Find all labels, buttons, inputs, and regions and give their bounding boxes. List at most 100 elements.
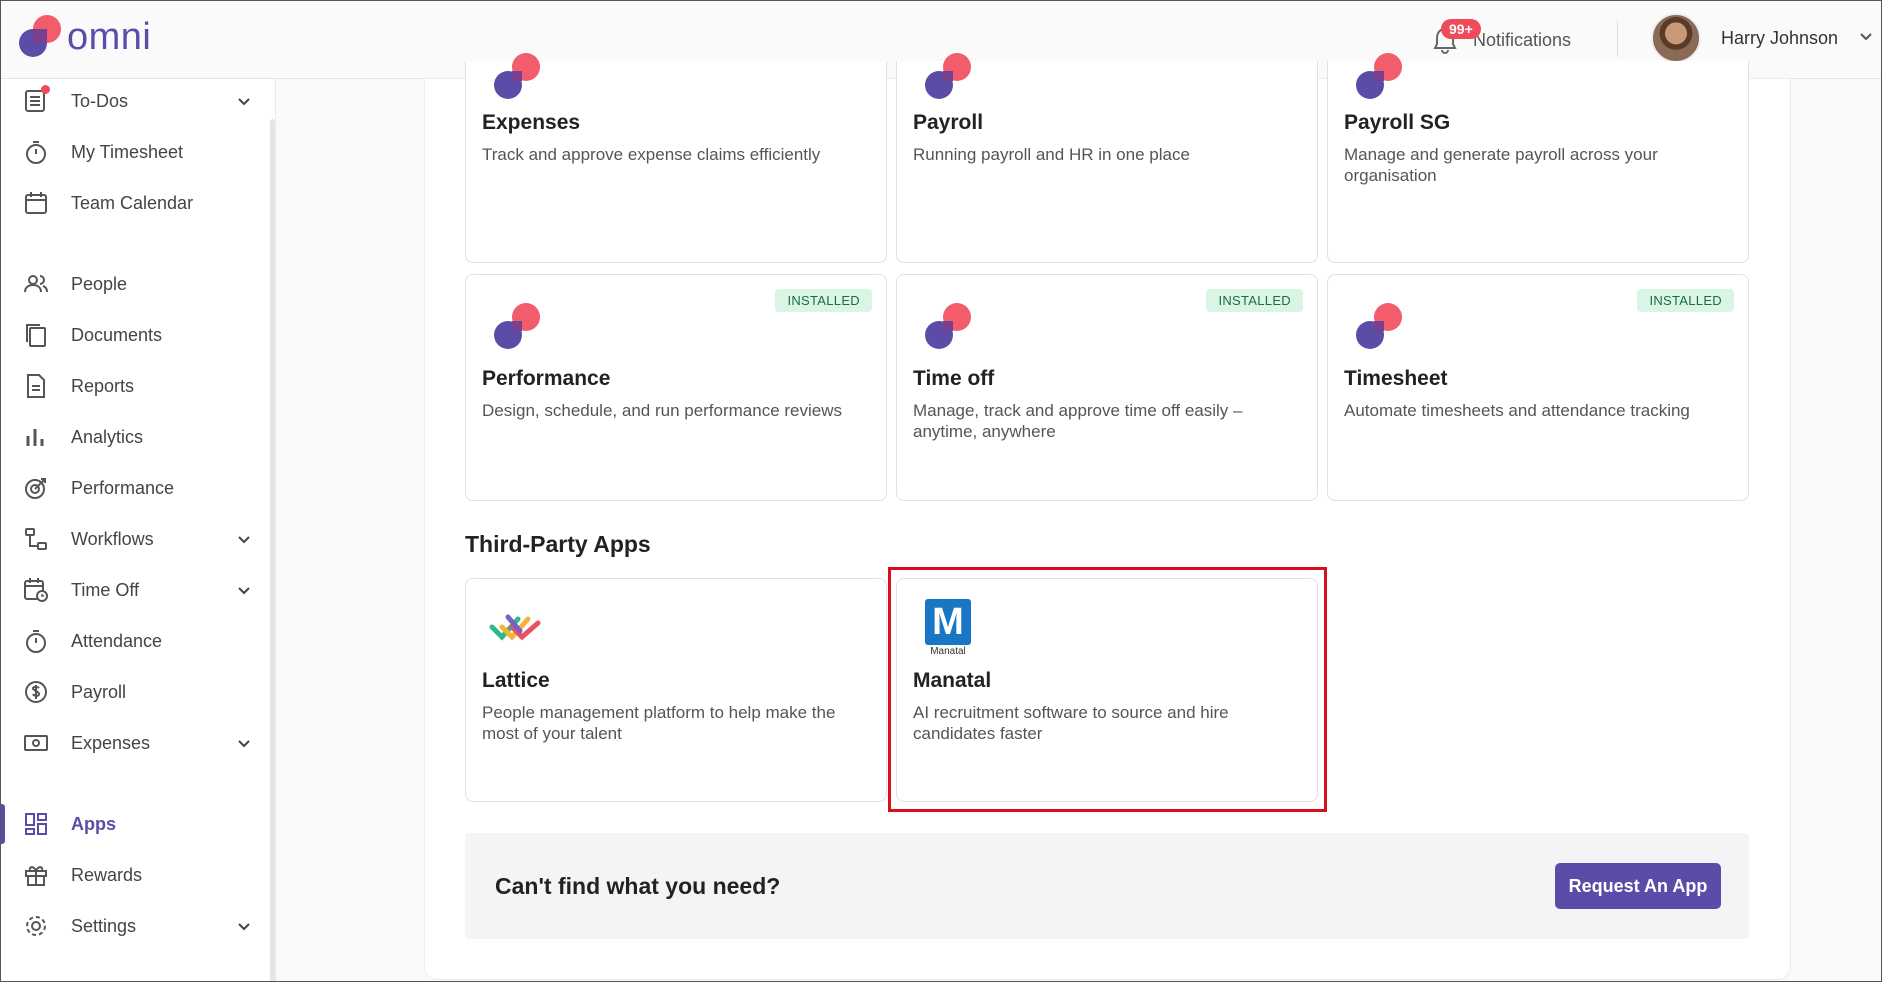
app-card-payroll[interactable]: Payroll Running payroll and HR in one pla… [896, 53, 1318, 263]
app-card-title: Timesheet [1344, 367, 1448, 390]
installed-badge: INSTALLED [775, 289, 872, 312]
workflow-icon [23, 526, 49, 552]
app-card-title: Payroll SG [1344, 111, 1451, 134]
user-menu[interactable]: Harry Johnson [1651, 13, 1838, 63]
installed-badge: INSTALLED [1206, 289, 1303, 312]
cash-icon [23, 730, 49, 756]
bar-chart-icon [23, 424, 49, 450]
highlight-box [888, 567, 1327, 812]
app-card-description: Running payroll and HR in one place [913, 145, 1190, 164]
app-card-lattice[interactable]: Lattice People management platform to he… [465, 578, 887, 802]
sidebar-item-expenses[interactable]: Expenses [1, 721, 269, 765]
sidebar-item-my-timesheet[interactable]: My Timesheet [1, 130, 269, 174]
sidebar-item-label: Attendance [71, 630, 163, 651]
sidebar-item-label: Time Off [71, 579, 140, 600]
omni-app-logo-icon [1356, 303, 1402, 349]
request-app-banner: Can't find what you need? Request An App [465, 833, 1749, 939]
cta-text: Can't find what you need? [495, 873, 781, 899]
app-card-description: Manage, track and approve time off easil… [913, 401, 1243, 441]
chevron-down-icon[interactable] [235, 530, 253, 548]
sidebar-item-label: Documents [71, 324, 163, 345]
sidebar-item-label: To-Dos [71, 90, 129, 111]
sidebar-item-attendance[interactable]: Attendance [1, 619, 269, 663]
omni-app-logo-icon [1356, 53, 1402, 99]
sidebar-item-reports[interactable]: Reports [1, 364, 269, 408]
chevron-down-icon[interactable] [235, 734, 253, 752]
stopwatch-icon [23, 139, 49, 165]
notifications-button[interactable]: 99+ Notifications [1431, 15, 1571, 65]
gift-icon [23, 862, 49, 888]
avatar [1651, 13, 1701, 63]
chevron-down-icon[interactable] [235, 917, 253, 935]
app-card-title: Expenses [482, 111, 581, 134]
app-card-title: Payroll [913, 111, 984, 134]
stopwatch-icon [23, 628, 49, 654]
sidebar-item-label: People [71, 273, 128, 294]
target-icon [23, 475, 49, 501]
app-card-performance[interactable]: INSTALLED Performance Design, schedule, an… [465, 274, 887, 501]
notifications-badge: 99+ [1441, 19, 1481, 39]
omni-app-logo-icon [494, 53, 540, 99]
app-card-title: Performance [482, 367, 611, 390]
sidebar-item-label: Workflows [71, 528, 154, 549]
active-indicator [1, 804, 5, 844]
chevron-down-icon[interactable] [1857, 27, 1875, 45]
chevron-down-icon[interactable] [235, 92, 253, 110]
report-icon [23, 373, 49, 399]
omni-logo-mark-icon [19, 15, 65, 59]
gear-icon [23, 913, 49, 939]
sidebar-item-label: Team Calendar [71, 192, 194, 213]
app-card-description: Manage and generate payroll across your … [1344, 145, 1658, 185]
user-name: Harry Johnson [1721, 27, 1839, 48]
brand-name: omni [67, 15, 152, 58]
sidebar-item-label: Reports [71, 375, 135, 396]
sidebar-item-time-off[interactable]: Time Off [1, 568, 269, 612]
sidebar-item-settings[interactable]: Settings [1, 904, 269, 948]
bell-icon: 99+ [1431, 19, 1481, 55]
header-divider [1617, 21, 1618, 57]
third-party-section-title: Third-Party Apps [465, 531, 651, 557]
omni-logo[interactable]: omni [19, 15, 151, 59]
sidebar-item-label: Performance [71, 477, 175, 498]
app-card-title: Time off [913, 367, 995, 390]
apps-grid-icon [23, 811, 49, 837]
sidebar-scrollbar[interactable] [270, 119, 275, 981]
omni-app-logo-icon [925, 303, 971, 349]
sidebar-item-label: Payroll [71, 681, 127, 702]
dollar-icon [23, 679, 49, 705]
sidebar-item-payroll[interactable]: Payroll [1, 670, 269, 714]
app-card-time-off[interactable]: INSTALLED Time off Manage, track and appro… [896, 274, 1318, 501]
app-card-expenses[interactable]: Expenses Track and approve expense claims… [465, 53, 887, 263]
calendar-icon [23, 190, 49, 216]
unread-dot [41, 85, 50, 94]
app-card-description: People management platform to help make … [482, 703, 836, 743]
omni-app-logo-icon [494, 303, 540, 349]
sidebar-item-label: Expenses [71, 732, 151, 753]
calendar-clock-icon [23, 577, 49, 603]
omni-app-logo-icon [925, 53, 971, 99]
sidebar-item-workflows[interactable]: Workflows [1, 517, 269, 561]
sidebar-item-label: Apps [71, 813, 116, 834]
app-card-title: Lattice [482, 669, 550, 692]
chevron-down-icon[interactable] [235, 581, 253, 599]
sidebar-item-to-dos[interactable]: To-Dos [1, 79, 269, 123]
sidebar-item-analytics[interactable]: Analytics [1, 415, 269, 459]
sidebar-item-label: Analytics [71, 426, 144, 447]
sidebar: To-Dos My Timesheet Team Calendar People Doc… [1, 79, 276, 981]
sidebar-item-performance[interactable]: Performance [1, 466, 269, 510]
documents-icon [23, 322, 49, 348]
people-icon [23, 271, 49, 297]
sidebar-item-people[interactable]: People [1, 262, 269, 306]
sidebar-item-label: Settings [71, 915, 137, 936]
app-window: omni 99+ Notifications Harry Johnson To-… [0, 0, 1882, 982]
request-app-button[interactable]: Request An App [1555, 863, 1721, 909]
app-card-description: Automate timesheets and attendance track… [1344, 401, 1690, 420]
sidebar-item-rewards[interactable]: Rewards [1, 853, 269, 897]
app-card-payroll-sg[interactable]: Payroll SG Manage and generate payroll ac… [1327, 53, 1749, 263]
app-card-timesheet[interactable]: INSTALLED Timesheet Automate timesheets an… [1327, 274, 1749, 501]
sidebar-item-team-calendar[interactable]: Team Calendar [1, 181, 269, 225]
sidebar-item-apps[interactable]: Apps [1, 802, 269, 846]
app-card-description: Track and approve expense claims efficie… [482, 145, 821, 164]
sidebar-item-documents[interactable]: Documents [1, 313, 269, 357]
sidebar-item-label: Rewards [71, 864, 143, 885]
